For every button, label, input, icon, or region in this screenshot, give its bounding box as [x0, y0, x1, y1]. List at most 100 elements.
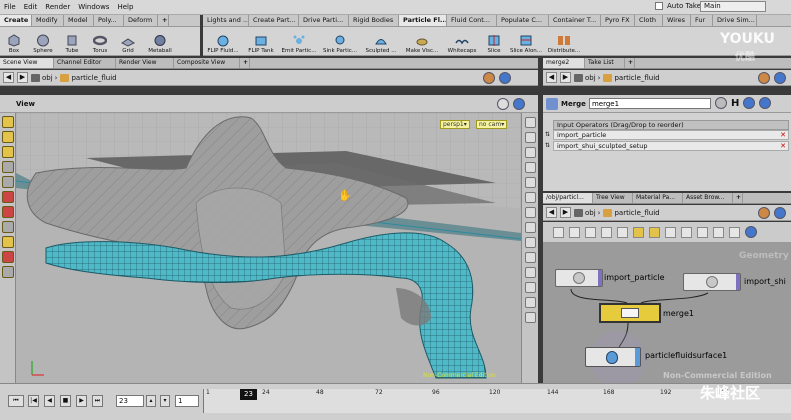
node-particlefluidsurface1[interactable]: [585, 347, 641, 367]
breadcrumb[interactable]: particle_fluid: [60, 73, 117, 82]
list-mode-icon[interactable]: [553, 226, 564, 238]
dot-icon[interactable]: [665, 226, 676, 238]
visibility-icon[interactable]: [525, 297, 536, 308]
layout-icon[interactable]: [585, 226, 596, 238]
slice-tool[interactable]: Slice: [481, 27, 507, 56]
pose-tool-icon[interactable]: [2, 176, 14, 188]
hda-icon[interactable]: H: [731, 98, 739, 109]
realtime-icon[interactable]: ▾: [160, 395, 170, 407]
template-icon[interactable]: [525, 282, 536, 293]
sticky-note-icon[interactable]: [633, 226, 644, 238]
shelf-tab-modify[interactable]: Modify: [32, 15, 64, 26]
add-tab-icon[interactable]: +: [733, 193, 743, 203]
play-icon[interactable]: ▶: [76, 395, 87, 407]
shelf-tab-create[interactable]: Create: [0, 15, 32, 26]
settings-icon[interactable]: [525, 312, 536, 323]
transform-tool-icon[interactable]: [2, 131, 14, 143]
tab-tree-view[interactable]: Tree View: [593, 193, 633, 203]
tab-merge2[interactable]: merge2: [543, 58, 585, 68]
grid-icon[interactable]: [525, 207, 536, 218]
tree-icon[interactable]: [729, 226, 740, 238]
step-field[interactable]: 1: [175, 395, 199, 407]
display-flag[interactable]: [598, 270, 602, 286]
menu-windows[interactable]: Windows: [74, 3, 113, 11]
play-back-icon[interactable]: ◀: [44, 395, 55, 407]
shaded-icon[interactable]: [525, 162, 536, 173]
pin-icon[interactable]: [758, 207, 770, 219]
info-icon[interactable]: [743, 97, 756, 109]
frame-icon[interactable]: [617, 226, 628, 238]
snap-tool-icon[interactable]: [2, 206, 14, 218]
handles-icon[interactable]: [525, 267, 536, 278]
breadcrumb[interactable]: particle_fluid: [603, 73, 660, 82]
camera-icon[interactable]: [525, 192, 536, 203]
wire-icon[interactable]: [681, 226, 692, 238]
ghost-icon[interactable]: [525, 132, 536, 143]
scene-viewport[interactable]: ✋ persp1▾ no cam▾ Non-Commercial Edition: [16, 113, 521, 383]
make-viscous-tool[interactable]: Make Visc...: [401, 27, 443, 56]
reorder-arrow-icon[interactable]: ⇅: [545, 131, 550, 138]
menu-help[interactable]: Help: [113, 3, 137, 11]
breadcrumb[interactable]: obj ›: [31, 73, 57, 82]
color-icon[interactable]: [697, 226, 708, 238]
help-icon[interactable]: [499, 72, 511, 84]
breadcrumb[interactable]: particle_fluid: [603, 208, 660, 217]
tab-channel-editor[interactable]: Channel Editor: [54, 58, 116, 68]
forward-icon[interactable]: ▶: [17, 72, 28, 83]
input-operator-row[interactable]: import_shui_sculpted_setup ✕: [553, 141, 789, 151]
step-back-icon[interactable]: |◀: [28, 395, 39, 407]
forward-icon[interactable]: ▶: [560, 207, 571, 218]
back-icon[interactable]: ◀: [546, 207, 557, 218]
input-operator-row[interactable]: import_particle ✕: [553, 130, 789, 140]
frame-stepper-icon[interactable]: ▴: [146, 395, 156, 407]
display-flag[interactable]: [635, 348, 640, 366]
help-icon[interactable]: [774, 72, 786, 84]
shelf-tab-model[interactable]: Model: [64, 15, 94, 26]
node-import-particle[interactable]: [555, 269, 603, 287]
shelf-tab[interactable]: Lights and ...: [203, 15, 249, 26]
network-view[interactable]: Geometry import_particle import_shi merg…: [543, 243, 791, 383]
shelf-tab[interactable]: Drive Parti...: [299, 15, 349, 26]
help-icon[interactable]: [774, 207, 786, 219]
shelf-tab[interactable]: Create Part...: [249, 15, 299, 26]
help-icon[interactable]: [759, 97, 772, 109]
stop-icon[interactable]: ■: [60, 395, 71, 407]
breadcrumb[interactable]: obj ›: [574, 73, 600, 82]
back-icon[interactable]: ◀: [3, 72, 14, 83]
node-name-field[interactable]: [588, 98, 711, 109]
shelf-tab[interactable]: Fluid Cont...: [447, 15, 497, 26]
node-import-shui[interactable]: [683, 273, 741, 291]
shelf-tab[interactable]: Rigid Bodies: [349, 15, 399, 26]
tab-render-view[interactable]: Render View: [116, 58, 174, 68]
scale-tool-icon[interactable]: [2, 236, 14, 248]
magnet-tool-icon[interactable]: [2, 251, 14, 263]
flip-fluid-tool[interactable]: FLIP Fluid...: [203, 27, 243, 56]
help-icon[interactable]: [745, 226, 757, 238]
shelf-tab[interactable]: Cloth: [635, 15, 663, 26]
shelf-tab[interactable]: Container T...: [549, 15, 601, 26]
emit-particle-tool[interactable]: Emit Partic...: [279, 27, 319, 56]
last-frame-icon[interactable]: ⏭: [92, 395, 103, 407]
shelf-tab[interactable]: Pyro FX: [601, 15, 635, 26]
remove-input-icon[interactable]: ✕: [780, 142, 786, 150]
display-flag[interactable]: [736, 274, 740, 290]
pin-icon[interactable]: [758, 72, 770, 84]
shelf-tab[interactable]: Fur: [691, 15, 713, 26]
breadcrumb[interactable]: obj ›: [574, 208, 600, 217]
sculpted-tool[interactable]: Sculpted ...: [361, 27, 401, 56]
add-tab-icon[interactable]: +: [625, 58, 635, 68]
tab-network[interactable]: /obj/particl...: [543, 193, 593, 203]
select-tool-icon[interactable]: [2, 116, 14, 128]
handle-tool-icon[interactable]: [2, 161, 14, 173]
brush-tool-icon[interactable]: [2, 221, 14, 233]
torus-tool[interactable]: Torus: [86, 27, 114, 56]
display-options-icon[interactable]: [497, 98, 509, 110]
points-icon[interactable]: [525, 237, 536, 248]
help-icon[interactable]: [513, 98, 525, 110]
desktop-select[interactable]: Main: [700, 1, 766, 12]
home-icon[interactable]: [601, 226, 612, 238]
tab-take-list[interactable]: Take List: [585, 58, 625, 68]
node-merge1[interactable]: [599, 303, 661, 323]
menu-render[interactable]: Render: [41, 3, 74, 11]
metaball-tool[interactable]: Metaball: [142, 27, 178, 56]
